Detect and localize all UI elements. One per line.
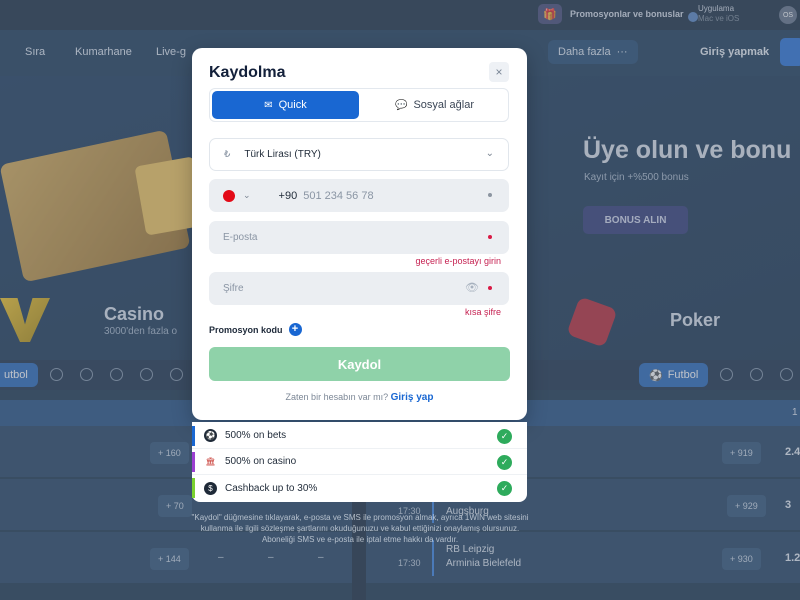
password-error: kısa şifre <box>464 307 501 317</box>
required-indicator <box>488 286 492 290</box>
perk-stripe <box>192 452 195 472</box>
email-input[interactable]: E-posta <box>223 232 257 243</box>
envelope-icon: ✉ <box>264 99 273 111</box>
password-field[interactable]: Şifre 👁 <box>209 272 509 305</box>
list-item: 🏛 500% on casino ✓ <box>192 449 527 475</box>
casino-icon: 🏛 <box>204 455 217 468</box>
have-account-row: Zaten bir hesabın var mı? Giriş yap <box>192 392 527 403</box>
login-link[interactable]: Giriş yap <box>391 392 434 403</box>
cashback-icon: $ <box>204 481 217 495</box>
perk-label: 500% on casino <box>225 456 297 467</box>
plus-icon[interactable]: + <box>288 323 302 336</box>
register-submit-button[interactable]: Kaydol <box>209 347 510 381</box>
chat-icon: 💬 <box>395 99 408 111</box>
perk-label: Cashback up to 30% <box>225 482 318 494</box>
required-indicator <box>488 235 492 239</box>
perk-stripe <box>192 426 195 446</box>
required-indicator <box>488 193 492 197</box>
email-field[interactable]: E-posta <box>209 221 509 254</box>
list-item: $ Cashback up to 30% ✓ <box>192 475 527 501</box>
currency-select[interactable]: ₺ Türk Lirası (TRY) ⌄ <box>209 138 509 171</box>
tab-label: Sosyal ağlar <box>413 99 474 111</box>
tab-quick[interactable]: ✉ Quick <box>212 91 359 119</box>
perk-stripe <box>192 478 195 498</box>
legal-notice: "Kaydol" düğmesine tıklayarak, e-posta v… <box>191 513 529 544</box>
phone-field[interactable]: ⌄ +90 501 234 56 78 <box>209 179 509 212</box>
phone-input[interactable]: 501 234 56 78 <box>303 190 373 202</box>
eye-icon[interactable]: 👁 <box>465 281 479 294</box>
registration-tabs: ✉ Quick 💬 Sosyal ağlar <box>209 88 509 122</box>
promo-code-toggle[interactable]: Promosyon kodu + <box>209 323 302 336</box>
modal-title: Kaydolma <box>209 64 286 81</box>
chevron-down-icon: ⌄ <box>485 148 494 159</box>
check-icon: ✓ <box>497 481 512 496</box>
bonus-perks-list: ⚽ 500% on bets ✓ 🏛 500% on casino ✓ $ Ca… <box>192 422 527 502</box>
close-icon[interactable]: × <box>489 62 509 82</box>
password-input[interactable]: Şifre <box>223 283 244 294</box>
promo-code-label: Promosyon kodu <box>209 324 283 335</box>
tab-label: Quick <box>278 99 307 111</box>
have-account-text: Zaten bir hesabın var mı? <box>285 392 389 402</box>
perk-label: 500% on bets <box>225 430 287 441</box>
currency-value: Türk Lirası (TRY) <box>244 149 321 160</box>
registration-modal: Kaydolma × ✉ Quick 💬 Sosyal ağlar ₺ Türk… <box>192 48 527 420</box>
soccer-ball-icon: ⚽ <box>204 429 217 442</box>
chevron-down-icon[interactable]: ⌄ <box>243 190 251 201</box>
email-error: geçerli e-postayı girin <box>415 256 501 266</box>
check-icon: ✓ <box>497 429 512 444</box>
turkey-flag-icon <box>223 189 235 202</box>
tab-social-networks[interactable]: 💬 Sosyal ağlar <box>361 89 508 121</box>
check-icon: ✓ <box>497 455 512 470</box>
phone-country-code: +90 <box>278 189 298 202</box>
list-item: ⚽ 500% on bets ✓ <box>192 423 527 449</box>
lira-icon: ₺ <box>224 149 231 160</box>
